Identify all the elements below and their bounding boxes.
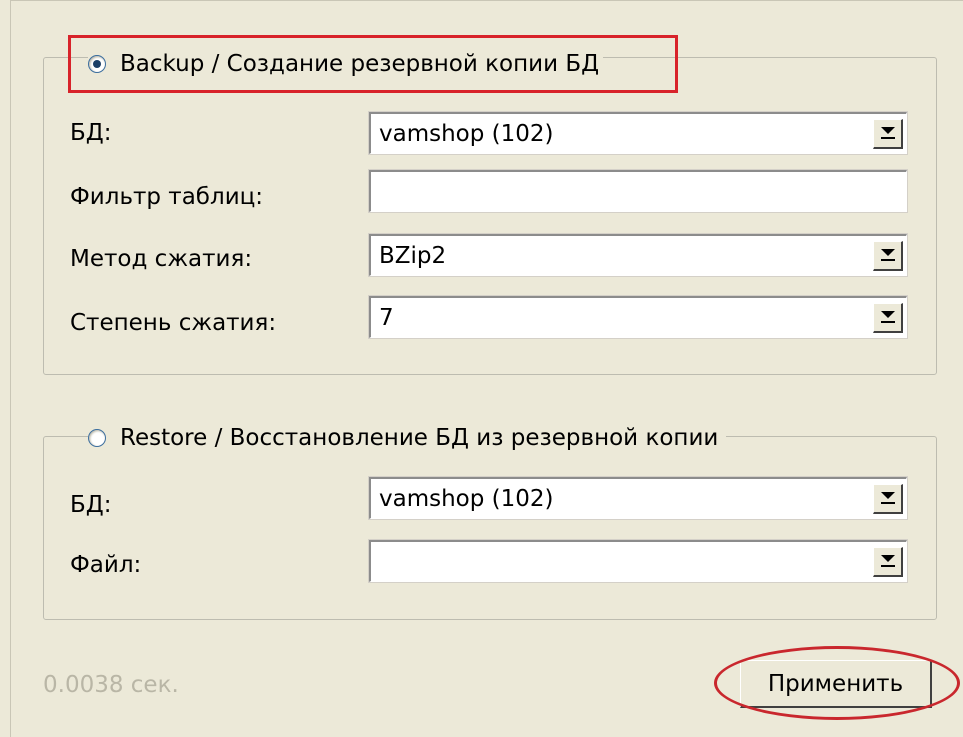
restore-group — [43, 436, 937, 620]
compression-level-label: Степень сжатия: — [70, 310, 277, 336]
radio-checked-icon[interactable] — [88, 55, 106, 73]
compression-level-value: 7 — [379, 304, 394, 331]
radio-unchecked-icon[interactable] — [88, 429, 106, 447]
compression-method-select[interactable]: BZip2 — [368, 233, 908, 277]
table-filter-input[interactable] — [368, 169, 908, 213]
compression-level-select[interactable]: 7 — [368, 295, 908, 339]
restore-radio-option[interactable]: Restore / Восстановление БД из резервной… — [88, 422, 727, 454]
restore-db-select[interactable]: vamshop (102) — [368, 476, 908, 520]
backup-db-select[interactable]: vamshop (102) — [368, 111, 908, 155]
restore-file-select[interactable] — [368, 539, 908, 583]
chevron-down-icon[interactable] — [873, 118, 903, 149]
chevron-down-icon[interactable] — [873, 240, 903, 271]
restore-db-value: vamshop (102) — [379, 485, 554, 512]
restore-file-label: Файл: — [70, 552, 142, 578]
apply-button-highlight — [714, 646, 960, 720]
chevron-down-icon[interactable] — [873, 546, 903, 577]
backup-db-label: БД: — [70, 120, 112, 146]
chevron-down-icon[interactable] — [873, 302, 903, 333]
compression-method-label: Метод сжатия: — [70, 246, 253, 272]
backup-radio-option[interactable]: Backup / Создание резервной копии БД — [88, 48, 604, 80]
backup-title: Backup / Создание резервной копии БД — [120, 51, 600, 77]
restore-db-label: БД: — [70, 492, 112, 518]
execution-time: 0.0038 сек. — [43, 672, 179, 698]
compression-method-value: BZip2 — [379, 242, 447, 269]
chevron-down-icon[interactable] — [873, 483, 903, 514]
table-filter-label: Фильтр таблиц: — [70, 184, 264, 210]
backup-db-value: vamshop (102) — [379, 120, 554, 147]
restore-title: Restore / Восстановление БД из резервной… — [120, 425, 719, 451]
